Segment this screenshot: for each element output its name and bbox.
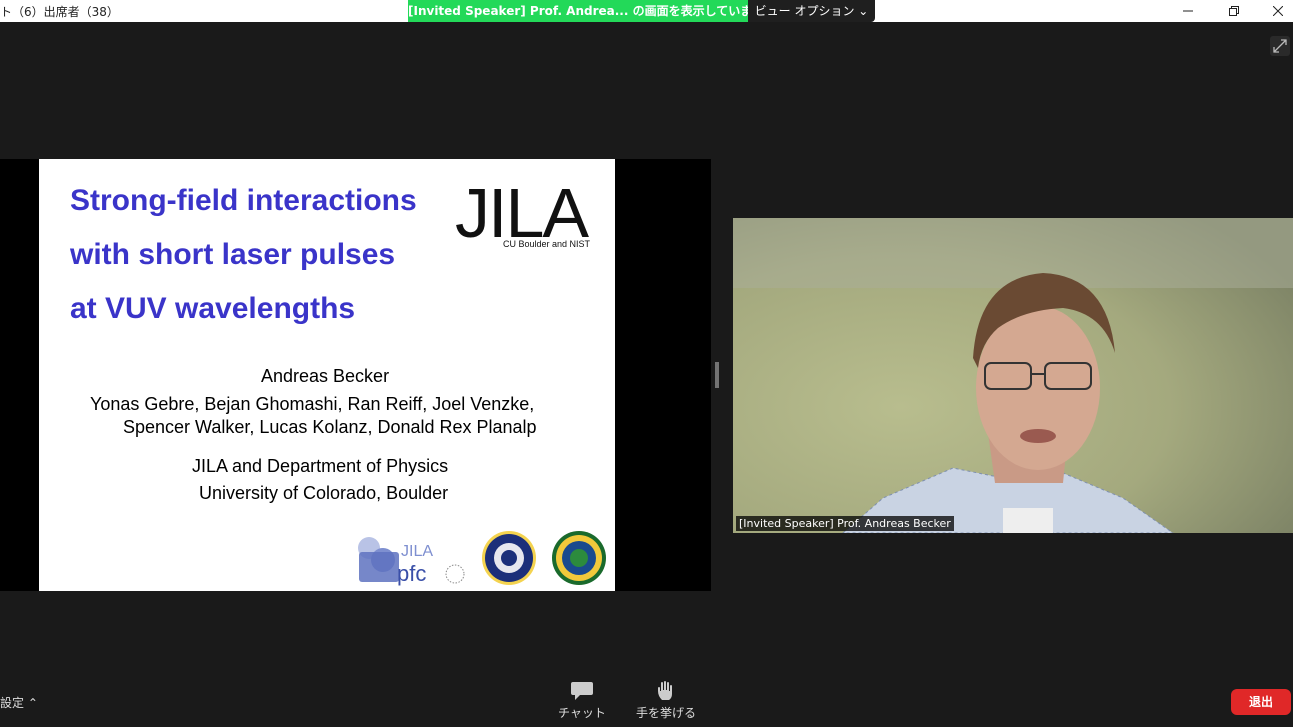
restore-button[interactable] [1211,0,1257,22]
speaker-video-image [733,218,1293,533]
minimize-icon [1183,10,1193,12]
chat-label: チャット [558,706,606,720]
slide-university: University of Colorado, Boulder [199,483,449,503]
afosr-seal [482,531,536,585]
close-button[interactable] [1255,0,1293,22]
view-options-button[interactable]: ビュー オプション ⌄ [748,0,875,22]
panel-resize-handle[interactable] [715,362,719,388]
jila-logo-subtitle: CU Boulder and NIST [503,239,591,249]
slide-coauthors: Yonas Gebre, Bejan Ghomashi, Ran Reiff, … [90,394,535,414]
slide-title-line: with short laser pulses [70,238,396,271]
presentation-slide: Strong-field interactions with short las… [39,159,615,591]
slide-title-line: Strong-field interactions [70,184,417,217]
svg-text:pfc: pfc [397,561,426,586]
speaker-name-label: [Invited Speaker] Prof. Andreas Becker [736,516,954,531]
slide-author: Andreas Becker [261,366,390,386]
slide-department: JILA and Department of Physics [192,456,449,476]
leave-meeting-button[interactable]: 退出 [1231,689,1291,715]
svg-text:JILA: JILA [401,543,433,560]
chat-button[interactable]: チャット [547,680,617,724]
close-icon [1273,6,1283,16]
minimize-button[interactable] [1165,0,1211,22]
chat-icon [571,682,593,700]
doe-seal [552,531,606,585]
speaker-video: [Invited Speaker] Prof. Andreas Becker [733,218,1293,533]
jila-logo: JILA CU Boulder and NIST [455,174,595,261]
fullscreen-button[interactable] [1270,36,1290,56]
raise-hand-icon [658,681,672,700]
window-title: ト（6）出席者（38） [0,5,119,19]
expand-icon [1270,36,1290,56]
screen-share-banner: [Invited Speaker] Prof. Andrea... の画面を表示… [408,0,748,22]
slide-title-line: at VUV wavelengths [70,292,356,325]
jila-pfc-logo: JILA pfc [358,537,465,586]
settings-menu-button[interactable]: 設定 ⌃ [0,694,38,711]
restore-icon [1229,6,1239,16]
window-titlebar: ト（6）出席者（38） [Invited Speaker] Prof. Andr… [0,0,1293,22]
raise-hand-button[interactable]: 手を挙げる [631,680,701,724]
raise-hand-label: 手を挙げる [635,706,696,720]
slide-coauthors: Spencer Walker, Lucas Kolanz, Donald Rex… [123,417,537,437]
